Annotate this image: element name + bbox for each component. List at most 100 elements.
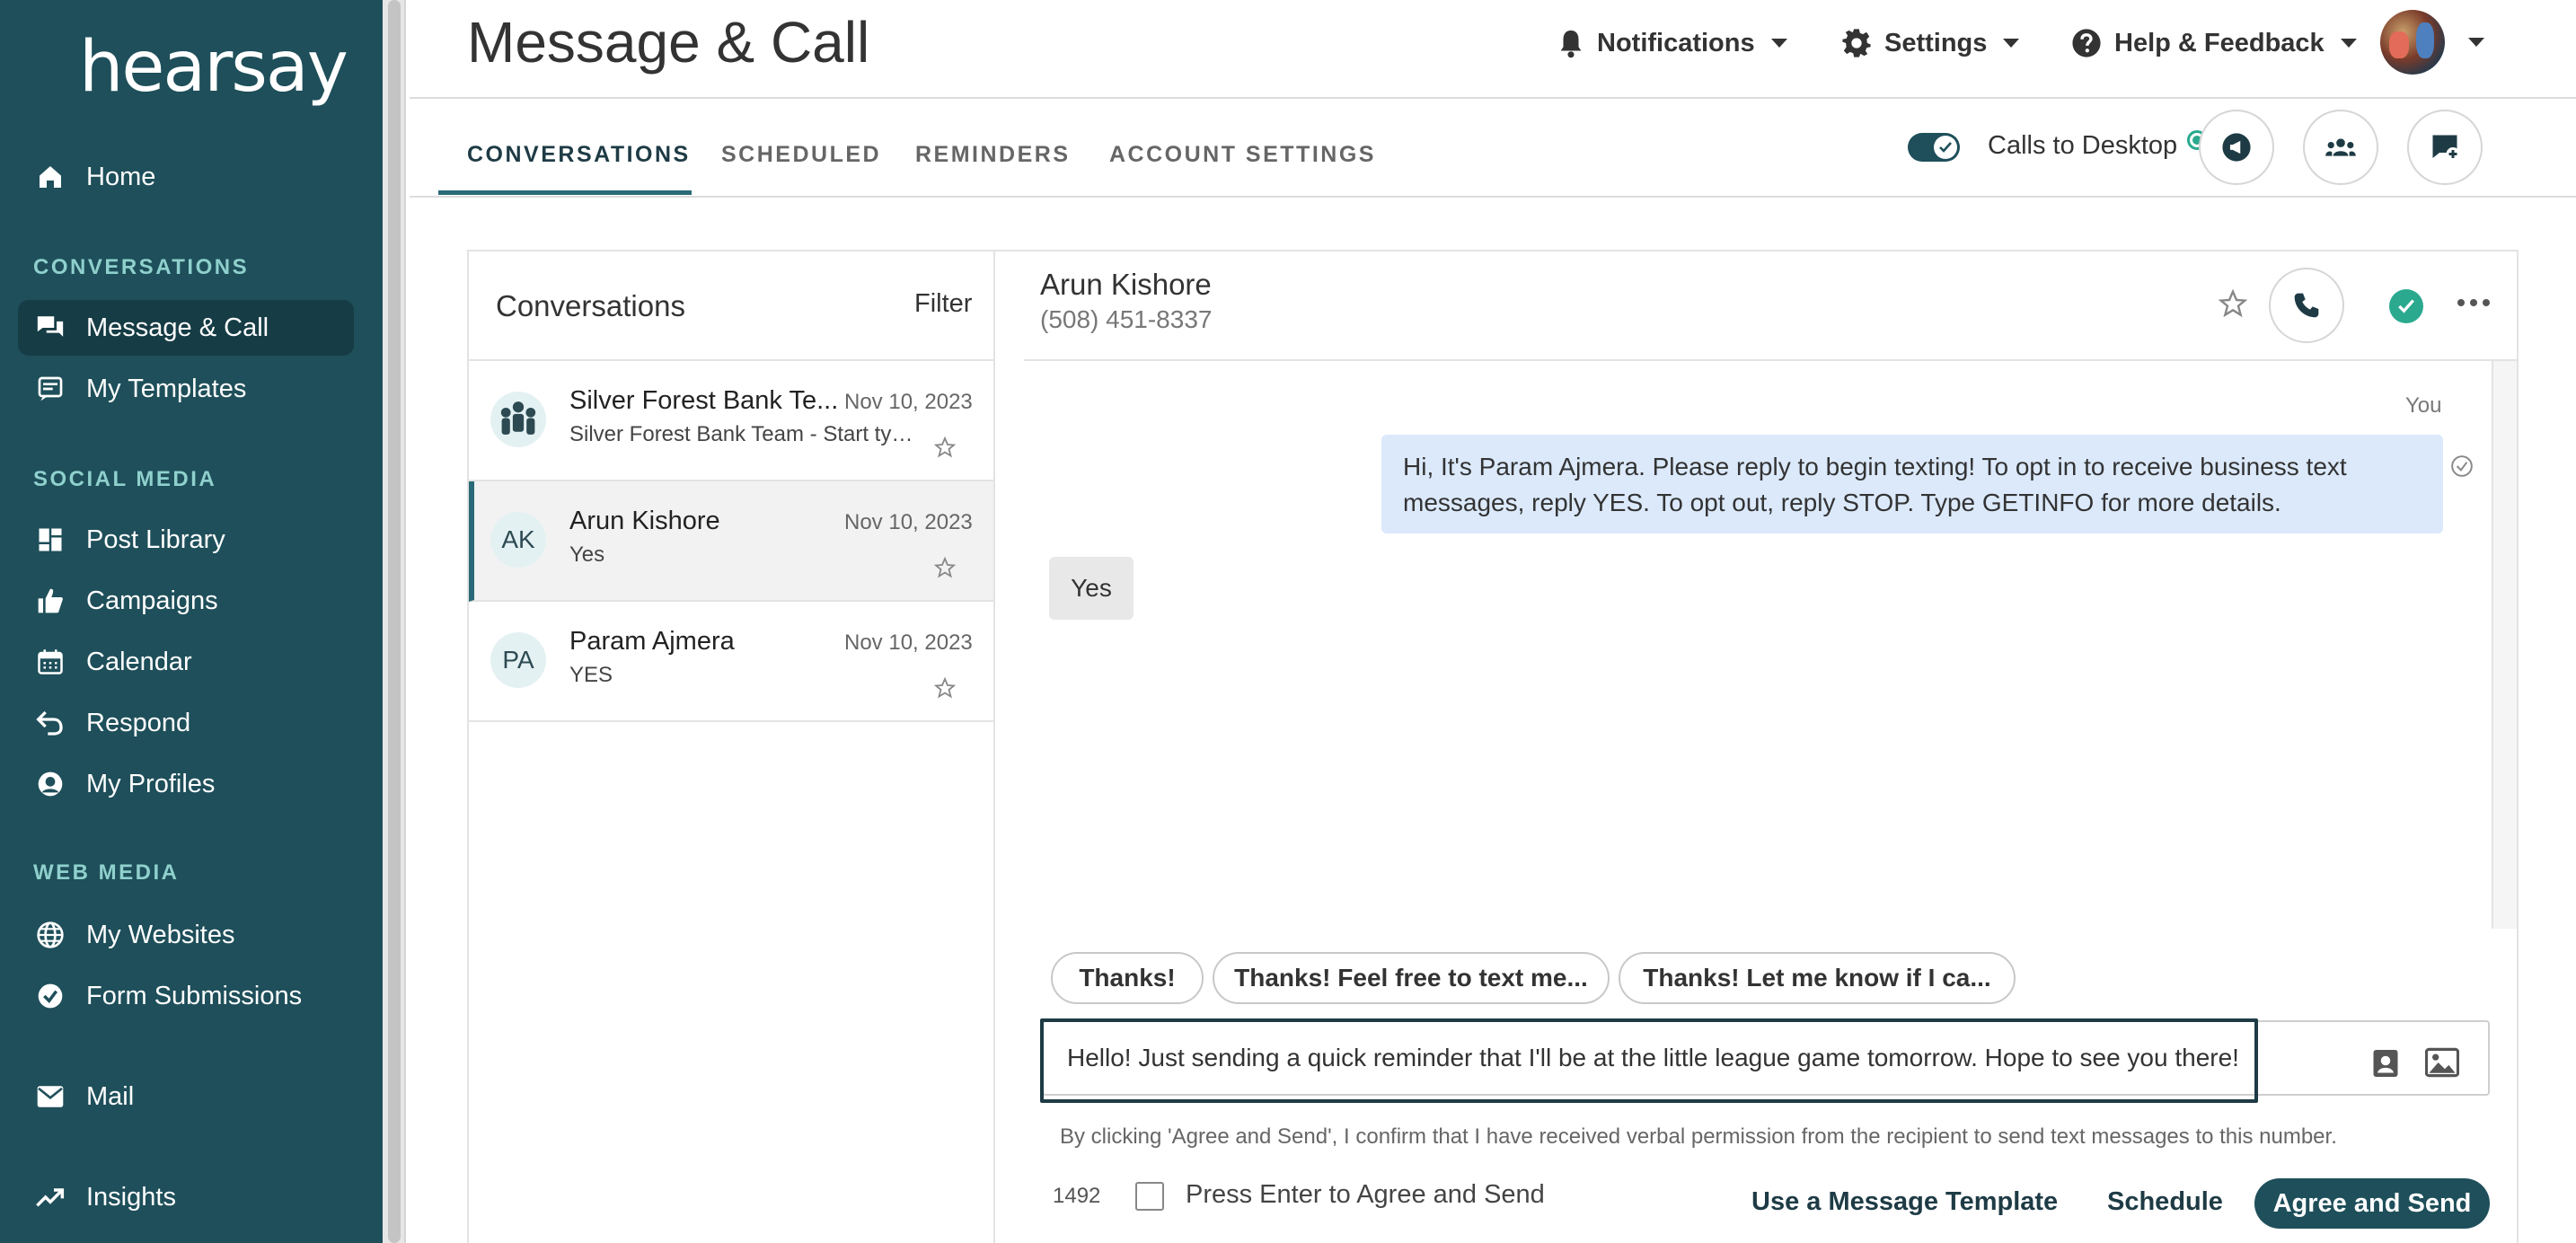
sidebar-item-post-library[interactable]: Post Library [18, 512, 354, 568]
chat-bubbles-icon [34, 312, 66, 344]
globe-icon [34, 919, 66, 951]
sidebar-item-label: Post Library [86, 525, 225, 554]
conversation-date: Nov 10, 2023 [844, 630, 973, 655]
agree-and-send-button[interactable]: Agree and Send [2254, 1178, 2490, 1229]
sidebar-item-label: Mail [86, 1081, 135, 1111]
call-button[interactable] [2269, 268, 2344, 343]
image-icon[interactable] [2425, 1047, 2459, 1078]
enter-to-send-label[interactable]: Press Enter to Agree and Send [1186, 1180, 1545, 1210]
reply-icon [34, 707, 66, 739]
conversation-name: Silver Forest Bank Te... [569, 386, 839, 415]
sidebar-item-label: Campaigns [86, 586, 218, 615]
chevron-down-icon [1770, 39, 1787, 48]
character-count: 1492 [1053, 1184, 1101, 1208]
schedule-button[interactable]: Schedule [2107, 1187, 2223, 1217]
grid-icon [34, 524, 66, 556]
quick-reply-chip[interactable]: Thanks! Feel free to text me... [1213, 952, 1610, 1004]
group-message-button[interactable] [2303, 110, 2378, 185]
enter-to-send-checkbox[interactable] [1135, 1182, 1164, 1211]
sidebar-scrollbar[interactable] [383, 0, 406, 1243]
conversation-item[interactable]: Silver Forest Bank Te... Nov 10, 2023 Si… [469, 361, 993, 481]
mail-icon [34, 1080, 66, 1113]
star-icon[interactable] [2219, 289, 2247, 318]
star-icon[interactable] [934, 436, 956, 458]
sidebar-item-my-websites[interactable]: My Websites [18, 907, 354, 963]
chevron-down-icon [2340, 39, 2357, 48]
phone-icon [2292, 291, 2321, 320]
sidebar-item-label: Message & Call [86, 313, 269, 342]
broadcast-button[interactable] [2199, 110, 2274, 185]
sidebar-item-my-profiles[interactable]: My Profiles [18, 756, 354, 812]
conversation-preview: Yes [569, 542, 605, 567]
sidebar-item-home[interactable]: Home [18, 149, 354, 205]
notifications-label: Notifications [1597, 28, 1755, 57]
message-line: Hi, It's Param Ajmera. Please reply to b… [1403, 453, 2347, 480]
conversation-name: Arun Kishore [569, 507, 720, 535]
chevron-down-icon [2003, 39, 2020, 48]
section-social-media: SOCIAL MEDIA [33, 467, 217, 491]
page-title: Message & Call [467, 10, 870, 75]
tab-conversations[interactable]: CONVERSATIONS [467, 142, 691, 168]
settings-menu[interactable]: Settings [1841, 25, 2020, 61]
bell-icon [1557, 28, 1584, 58]
active-tab-indicator [438, 190, 692, 195]
hearsay-logo[interactable]: hearsay [79, 27, 348, 108]
consent-disclaimer: By clicking 'Agree and Send', I confirm … [1060, 1124, 2337, 1149]
sidebar-item-label: Form Submissions [86, 981, 303, 1010]
sidebar-item-form-submissions[interactable]: Form Submissions [18, 968, 354, 1024]
new-message-icon [2429, 131, 2461, 163]
resolve-check-icon[interactable] [2389, 289, 2423, 323]
avatar: PA [490, 632, 546, 688]
group-avatar [490, 392, 546, 447]
use-template-button[interactable]: Use a Message Template [1751, 1187, 2058, 1217]
tabs-divider [410, 196, 2576, 198]
star-icon[interactable] [934, 677, 956, 699]
tab-scheduled[interactable]: SCHEDULED [721, 142, 881, 168]
sidebar-item-message-call[interactable]: Message & Call [18, 300, 354, 356]
quick-reply-chip[interactable]: Thanks! Let me know if I ca... [1619, 952, 2016, 1004]
conversation-item[interactable]: AK Arun Kishore Nov 10, 2023 Yes [469, 481, 993, 602]
tab-account-settings[interactable]: ACCOUNT SETTINGS [1109, 142, 1376, 168]
sidebar-item-label: My Profiles [86, 769, 216, 798]
header-divider [410, 97, 2576, 99]
notifications-menu[interactable]: Notifications [1557, 25, 1787, 61]
scrollbar-thumb[interactable] [388, 0, 401, 1243]
conversation-item[interactable]: PA Param Ajmera Nov 10, 2023 YES [469, 602, 993, 722]
filter-button[interactable]: Filter [914, 289, 972, 319]
sidebar-item-label: Home [86, 162, 156, 191]
message-line: messages, reply YES. To opt out, reply S… [1403, 489, 2281, 516]
sidebar-item-insights[interactable]: Insights [18, 1169, 354, 1225]
quick-reply-chip[interactable]: Thanks! [1051, 952, 1204, 1004]
sidebar-item-label: My Websites [86, 920, 235, 949]
contact-card-icon[interactable] [2369, 1047, 2402, 1080]
help-icon [2071, 28, 2102, 58]
profile-icon [34, 768, 66, 800]
star-icon[interactable] [934, 557, 956, 578]
sidebar-item-label: Calendar [86, 647, 192, 676]
sidebar-item-my-templates[interactable]: My Templates [18, 361, 354, 417]
sidebar-item-mail[interactable]: Mail [18, 1069, 354, 1124]
thumbs-up-icon [34, 585, 66, 617]
sidebar-item-campaigns[interactable]: Campaigns [18, 573, 354, 629]
more-options-icon[interactable] [2457, 299, 2490, 306]
sidebar-item-calendar[interactable]: Calendar [18, 634, 354, 690]
calls-to-desktop-toggle[interactable] [1908, 133, 1960, 162]
sidebar-item-label: Insights [86, 1182, 176, 1212]
help-feedback-menu[interactable]: Help & Feedback [2071, 25, 2357, 61]
sidebar-item-respond[interactable]: Respond [18, 695, 354, 751]
avatar: AK [490, 512, 546, 568]
new-message-button[interactable] [2407, 110, 2483, 185]
chevron-down-icon[interactable] [2468, 38, 2484, 47]
message-input-text[interactable]: Hello! Just sending a quick reminder tha… [1067, 1044, 2239, 1072]
tab-reminders[interactable]: REMINDERS [915, 142, 1071, 168]
chat-header-divider [1024, 359, 2519, 361]
chat-scrollbar[interactable] [2492, 361, 2517, 929]
user-avatar[interactable] [2380, 10, 2445, 75]
conversation-preview: YES [569, 663, 613, 687]
section-conversations: CONVERSATIONS [33, 255, 250, 279]
chat-contact-name: Arun Kishore [1040, 268, 1212, 301]
template-icon [34, 373, 66, 405]
incoming-message: Yes [1049, 557, 1134, 620]
check-circle-icon [34, 980, 66, 1012]
calendar-icon [34, 646, 66, 678]
